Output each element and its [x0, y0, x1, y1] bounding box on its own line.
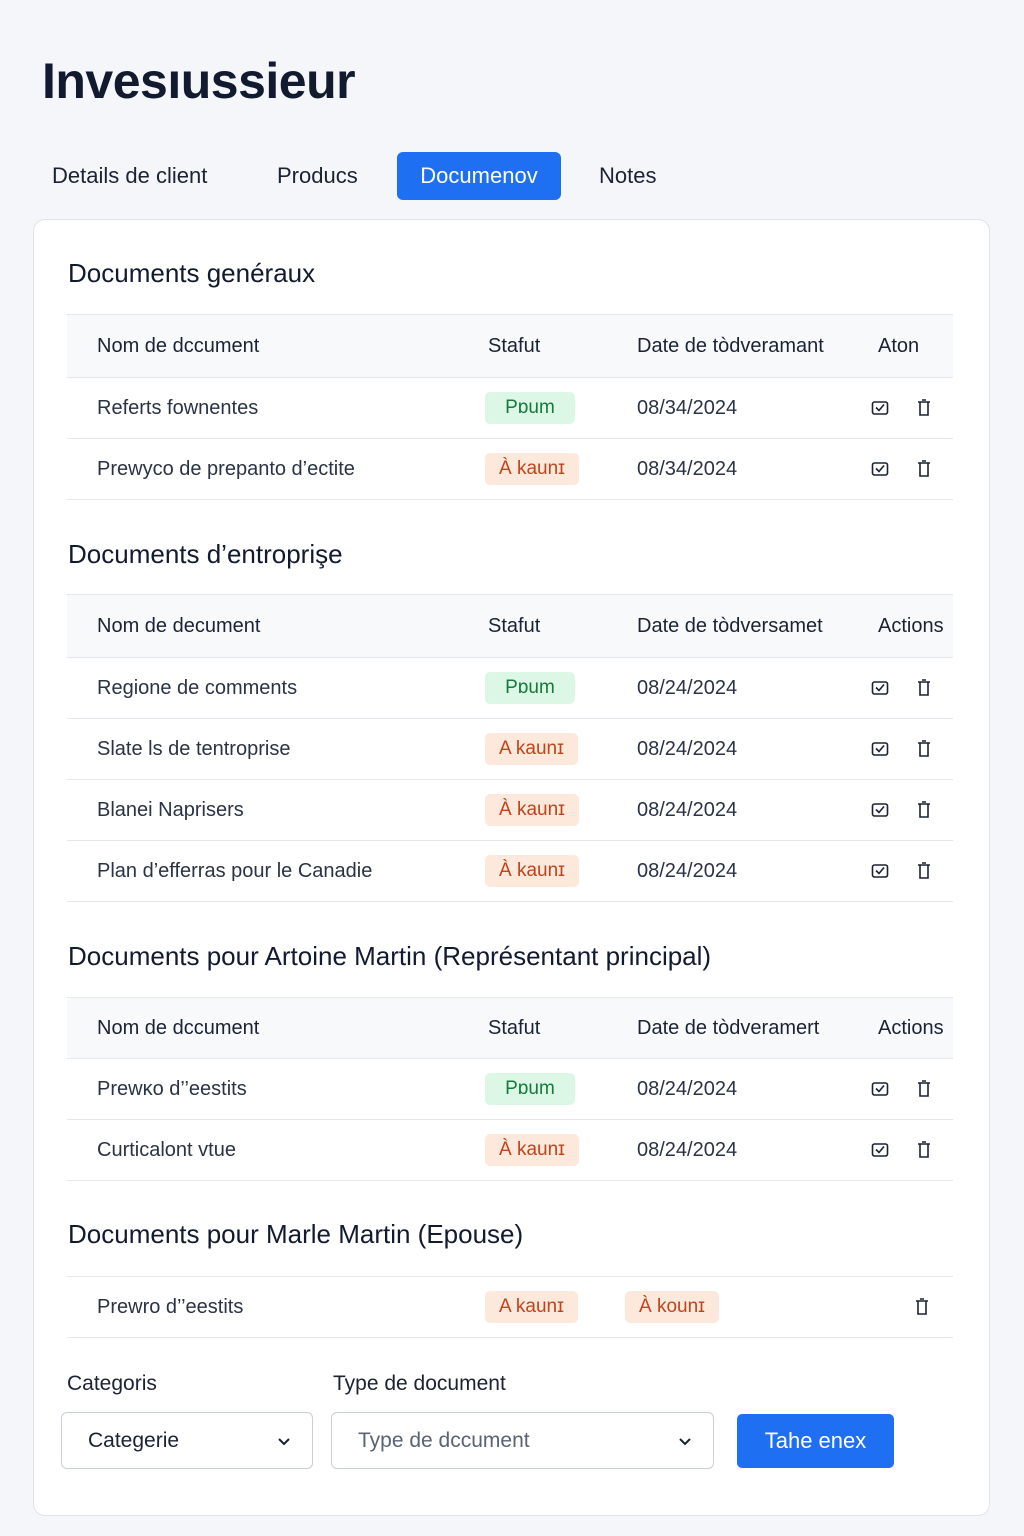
upload-date: 08/24/2024 [637, 859, 738, 882]
table-row: Prewκo d’’eestits Pɒum 08/24/2024 [67, 1059, 953, 1120]
document-name: Regione de comments [97, 676, 298, 699]
upload-date: 08/24/2024 [637, 1138, 738, 1161]
trash-icon[interactable] [913, 1078, 935, 1100]
section-title-general: Documents genéraux [68, 258, 316, 288]
document-name: Referts fownentes [97, 396, 259, 419]
document-name: Slate ls de tentroprise [97, 737, 291, 760]
table-row: Prewyco de prepanto d’ectite À kaunɪ 08/… [67, 439, 953, 500]
category-select-value: Categerie [88, 1428, 180, 1452]
upload-date: 08/34/2024 [637, 457, 738, 480]
status-badge: A kaunɪ [485, 1291, 578, 1323]
general-documents-table: Nom de dccument Stafut Date de tòdverama… [67, 314, 953, 500]
column-header-status: Stafut [488, 614, 541, 637]
document-name: Blanei Naprisers [97, 798, 244, 821]
table-row: Curticalont vtue À kaunɪ 08/24/2024 [67, 1120, 953, 1181]
column-header-date: Date de tòdversamet [637, 614, 823, 637]
tab-notes[interactable]: Notes [581, 152, 674, 200]
table-header: Nom de dccument Stafut Date de tòdverame… [67, 997, 953, 1059]
edit-icon[interactable] [869, 458, 891, 480]
document-type-label: Type de document [333, 1372, 506, 1395]
category-label: Categoris [67, 1372, 157, 1395]
column-header-actions: Actions [878, 614, 944, 637]
table-header: Nom de decument Stafut Date de tòdversam… [67, 594, 953, 658]
table-row: Prewro d’’eestits A kaunɪ À kounɪ [67, 1277, 953, 1338]
document-type-placeholder: Type de dccument [358, 1428, 530, 1452]
upload-date: 08/24/2024 [637, 1077, 738, 1100]
edit-icon[interactable] [869, 1078, 891, 1100]
edit-icon[interactable] [869, 677, 891, 699]
status-badge: Pɒum [485, 672, 575, 704]
edit-icon[interactable] [869, 1139, 891, 1161]
column-header-date: Date de tòdveramert [637, 1016, 820, 1039]
table-row: Plan d’efferras pour le Canadie À kaunɪ … [67, 841, 953, 902]
document-name: Curticalont vtue [97, 1138, 236, 1161]
chevron-down-icon [679, 1437, 691, 1445]
spouse-documents-table: Prewro d’’eestits A kaunɪ À kounɪ [67, 1276, 953, 1338]
upload-date: 08/24/2024 [637, 676, 738, 699]
status-badge: À kaunɪ [485, 1134, 579, 1166]
trash-icon[interactable] [913, 799, 935, 821]
category-select[interactable]: Categerie [61, 1412, 313, 1469]
upload-date: 08/24/2024 [637, 798, 738, 821]
status-badge: À kaunɪ [485, 453, 579, 485]
document-name: Prewro d’’eestits [97, 1295, 244, 1318]
chevron-down-icon [278, 1437, 290, 1445]
trash-icon[interactable] [913, 1139, 935, 1161]
column-header-name: Nom de dccument [97, 334, 260, 357]
trash-icon[interactable] [913, 860, 935, 882]
section-title-enterprise: Documents d’entroprişe [68, 539, 343, 569]
enterprise-documents-table: Nom de decument Stafut Date de tòdversam… [67, 594, 953, 902]
table-row: Slate ls de tentroprise A kaunɪ 08/24/20… [67, 719, 953, 780]
table-row: Blanei Naprisers À kaunɪ 08/24/2024 [67, 780, 953, 841]
trash-icon[interactable] [913, 677, 935, 699]
status-badge: À kaunɪ [485, 794, 579, 826]
column-header-date: Date de tòdveramant [637, 334, 824, 357]
section-title-spouse: Documents pour Marle Martin (Epouse) [68, 1219, 524, 1249]
status-badge: À kaunɪ [485, 855, 579, 887]
submit-button[interactable]: Tahe enex [737, 1414, 894, 1468]
table-row: Referts fownentes Pɒum 08/34/2024 [67, 378, 953, 439]
document-name: Prewκo d’’eestits [97, 1077, 247, 1100]
edit-icon[interactable] [869, 860, 891, 882]
page-title: Invesıussieur [42, 53, 356, 109]
trash-icon[interactable] [911, 1296, 933, 1318]
column-header-actions: Actions [878, 1016, 944, 1039]
column-header-name: Nom de decument [97, 614, 261, 637]
representative-documents-table: Nom de dccument Stafut Date de tòdverame… [67, 997, 953, 1181]
tab-products[interactable]: Producs [259, 152, 376, 200]
section-title-principal-representative: Documents pour Artoine Martin (Représent… [68, 941, 712, 971]
upload-date: 08/24/2024 [637, 737, 738, 760]
tab-client-details[interactable]: Details de client [34, 152, 225, 200]
table-header: Nom de dccument Stafut Date de tòdverama… [67, 314, 953, 378]
table-row: Regione de comments Pɒum 08/24/2024 [67, 658, 953, 719]
status-badge: À kounɪ [625, 1291, 719, 1323]
edit-icon[interactable] [869, 799, 891, 821]
trash-icon[interactable] [913, 738, 935, 760]
column-header-actions: Aton [878, 334, 920, 357]
trash-icon[interactable] [913, 397, 935, 419]
edit-icon[interactable] [869, 738, 891, 760]
status-badge: A kaunɪ [485, 733, 578, 765]
column-header-status: Stafut [488, 334, 541, 357]
upload-date: 08/34/2024 [637, 396, 738, 419]
trash-icon[interactable] [913, 458, 935, 480]
column-header-name: Nom de dccument [97, 1016, 260, 1039]
document-name: Plan d’efferras pour le Canadie [97, 859, 373, 882]
column-header-status: Stafut [488, 1016, 541, 1039]
document-name: Prewyco de prepanto d’ectite [97, 457, 355, 480]
status-badge: Pɒum [485, 392, 575, 424]
tab-documents[interactable]: Documenov [397, 152, 561, 200]
documents-card: Documents genéraux Nom de dccument Stafu… [33, 219, 990, 1516]
document-type-select[interactable]: Type de dccument [331, 1412, 714, 1469]
edit-icon[interactable] [869, 397, 891, 419]
status-badge: Pɒum [485, 1073, 575, 1105]
